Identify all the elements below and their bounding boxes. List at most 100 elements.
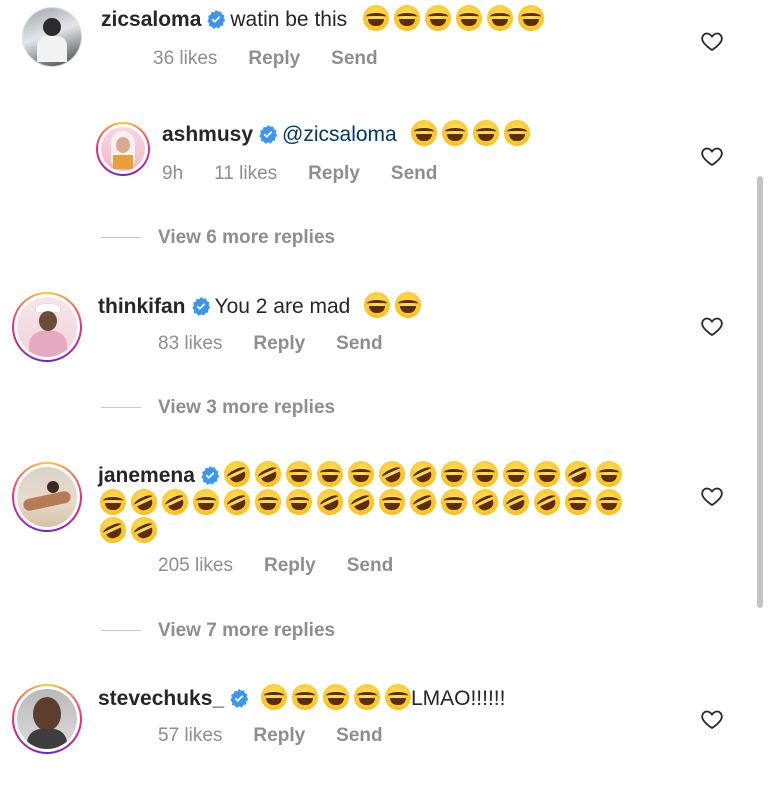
- reply-button[interactable]: Reply: [264, 555, 316, 576]
- divider-line: [101, 237, 141, 238]
- avatar-photo: [17, 689, 77, 749]
- tears-of-joy-emoji: [353, 684, 380, 710]
- heart-icon[interactable]: [700, 144, 724, 168]
- tears-of-joy-emoji: [472, 120, 499, 146]
- avatar-stevechuks[interactable]: [12, 684, 82, 754]
- view-more-replies-label: View 7 more replies: [158, 620, 336, 641]
- rolling-laughing-emoji: [250, 456, 286, 492]
- tears-of-joy-emoji: [517, 5, 544, 31]
- comment-meta: 205 likes Reply Send: [158, 554, 424, 578]
- tears-of-joy-emoji: [193, 489, 219, 515]
- reply-button[interactable]: Reply: [253, 333, 305, 354]
- verified-badge-icon: [259, 124, 278, 144]
- rolling-laughing-emoji: [126, 484, 162, 520]
- rolling-laughing-emoji: [405, 456, 441, 492]
- tears-of-joy-emoji: [322, 684, 349, 710]
- username-stevechuks[interactable]: stevechuks_: [98, 687, 224, 710]
- tears-of-joy-emoji: [533, 461, 560, 487]
- heart-icon[interactable]: [700, 29, 724, 53]
- likes-count[interactable]: 205 likes: [158, 555, 233, 576]
- tears-of-joy-emoji: [362, 5, 389, 31]
- send-button[interactable]: Send: [331, 48, 377, 69]
- tears-of-joy-emoji: [595, 461, 622, 487]
- username-thinkifan[interactable]: thinkifan: [98, 295, 186, 318]
- tears-of-joy-emoji: [503, 120, 530, 146]
- username-ashmusy[interactable]: ashmusy: [162, 123, 253, 146]
- comment-meta: 57 likes Reply Send: [158, 724, 414, 748]
- tears-of-joy-emoji: [291, 684, 318, 710]
- tears-of-joy-emoji: [441, 120, 468, 146]
- view-more-replies-button[interactable]: View 3 more replies: [101, 395, 501, 421]
- view-more-replies-button[interactable]: View 6 more replies: [101, 225, 501, 251]
- comment-text: LMAO!!!!!!: [410, 687, 506, 710]
- tears-of-joy-emoji: [395, 292, 422, 318]
- view-more-replies-button[interactable]: View 7 more replies: [101, 618, 501, 644]
- avatar-zicsaloma[interactable]: [22, 7, 82, 67]
- tears-of-joy-emoji: [364, 292, 391, 318]
- verified-badge-icon: [207, 9, 226, 29]
- likes-count[interactable]: 36 likes: [153, 48, 217, 69]
- tears-of-joy-emoji: [410, 120, 437, 146]
- heart-icon[interactable]: [700, 484, 724, 508]
- comment-ashmusy: ashmusy @zicsaloma 9h 11 likes Reply Send: [0, 110, 768, 200]
- tears-of-joy-emoji: [260, 684, 287, 710]
- tears-of-joy-emoji: [100, 489, 126, 515]
- tears-of-joy-emoji: [596, 489, 622, 515]
- avatar-thinkifan[interactable]: [12, 292, 82, 362]
- rolling-laughing-emoji: [219, 456, 255, 492]
- comment-thinkifan: thinkifan You 2 are mad 83 likes Reply Send: [0, 280, 768, 370]
- send-button[interactable]: Send: [347, 555, 393, 576]
- emoji-row: [219, 456, 627, 492]
- comment-zicsaloma: zicsaloma watin be this 36 likes Reply Send: [0, 0, 768, 90]
- divider-line: [101, 630, 141, 631]
- likes-count[interactable]: 83 likes: [158, 333, 222, 354]
- rolling-laughing-emoji: [95, 512, 131, 548]
- rolling-laughing-emoji: [312, 484, 348, 520]
- avatar-janemena[interactable]: [12, 462, 82, 532]
- rolling-laughing-emoji: [219, 484, 255, 520]
- rolling-laughing-emoji: [498, 484, 534, 520]
- view-more-replies-label: View 3 more replies: [158, 397, 336, 418]
- comment-stevechuks: stevechuks_ LMAO!!!!!! 57 likes Reply Send: [0, 672, 768, 772]
- reply-button[interactable]: Reply: [308, 163, 360, 184]
- heart-icon[interactable]: [700, 707, 724, 731]
- send-button[interactable]: Send: [336, 725, 382, 746]
- avatar-photo: [17, 467, 77, 527]
- reply-button[interactable]: Reply: [253, 725, 305, 746]
- avatar-photo: [23, 8, 81, 66]
- send-button[interactable]: Send: [391, 163, 437, 184]
- send-button[interactable]: Send: [336, 333, 382, 354]
- mention-link[interactable]: @zicsaloma: [282, 123, 397, 146]
- comment-text: watin be this: [230, 8, 348, 31]
- divider-line: [101, 407, 141, 408]
- username-janemena[interactable]: janemena: [98, 464, 195, 487]
- avatar-photo: [17, 297, 77, 357]
- verified-badge-icon: [230, 688, 249, 708]
- comment-text: You 2 are mad: [214, 295, 351, 318]
- reply-button[interactable]: Reply: [248, 48, 300, 69]
- tears-of-joy-emoji: [286, 489, 312, 515]
- tears-of-joy-emoji: [424, 5, 451, 31]
- rolling-laughing-emoji: [343, 484, 379, 520]
- emoji-row: [95, 512, 162, 548]
- emoji-row: [100, 484, 627, 520]
- rolling-laughing-emoji: [529, 484, 565, 520]
- comment-meta: 9h 11 likes Reply Send: [162, 162, 468, 186]
- tears-of-joy-emoji: [565, 489, 591, 515]
- rolling-laughing-emoji: [467, 484, 503, 520]
- heart-icon[interactable]: [700, 314, 724, 338]
- tears-of-joy-emoji: [502, 461, 529, 487]
- avatar-photo: [101, 127, 145, 171]
- timestamp: 9h: [162, 163, 184, 184]
- tears-of-joy-emoji: [471, 461, 498, 487]
- scrollbar[interactable]: [757, 176, 763, 608]
- tears-of-joy-emoji: [384, 684, 411, 710]
- avatar-ashmusy[interactable]: [96, 122, 150, 176]
- likes-count[interactable]: 57 likes: [158, 725, 222, 746]
- rolling-laughing-emoji: [405, 484, 441, 520]
- likes-count[interactable]: 11 likes: [214, 163, 277, 184]
- username-zicsaloma[interactable]: zicsaloma: [101, 8, 201, 31]
- tears-of-joy-emoji: [393, 5, 420, 31]
- tears-of-joy-emoji: [440, 461, 467, 487]
- rolling-laughing-emoji: [157, 484, 193, 520]
